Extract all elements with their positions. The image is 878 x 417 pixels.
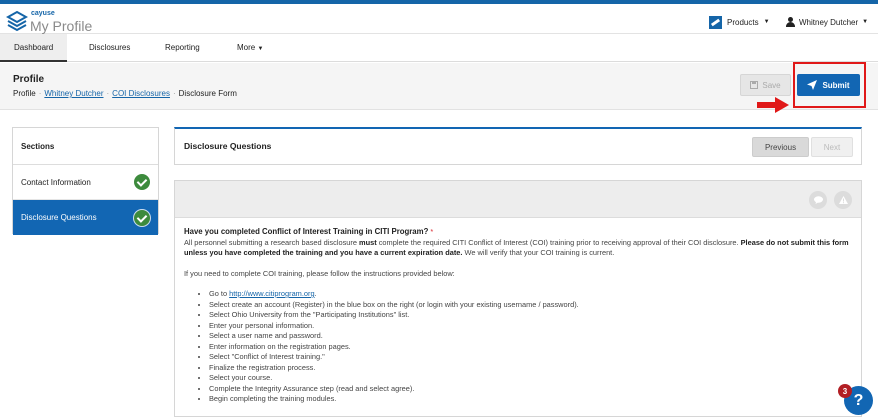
list-item: Select create an account (Register) in t… xyxy=(209,300,852,311)
comment-button[interactable] xyxy=(809,191,827,209)
checkmark-icon xyxy=(134,209,150,226)
list-item: Complete the Integrity Assurance step (r… xyxy=(209,384,852,395)
warning-button[interactable] xyxy=(834,191,852,209)
list-item: Select "Conflict of Interest training." xyxy=(209,352,852,363)
question-body: Have you completed Conflict of Interest … xyxy=(175,218,861,414)
breadcrumb-separator: · xyxy=(172,89,176,98)
save-button[interactable]: Save xyxy=(740,74,791,96)
question-title: Have you completed Conflict of Interest … xyxy=(184,227,434,236)
section-contact-information[interactable]: Contact Information xyxy=(13,165,158,200)
list-item: Select your course. xyxy=(209,373,852,384)
products-label: Products xyxy=(727,17,759,27)
previous-button[interactable]: Previous xyxy=(752,137,809,157)
disclosure-questions-card: Disclosure Questions Previous Next xyxy=(174,127,862,165)
question-panel: Have you completed Conflict of Interest … xyxy=(174,180,862,417)
red-arrow-annotation xyxy=(757,97,789,113)
checkmark-icon xyxy=(134,174,150,190)
breadcrumb-separator: · xyxy=(38,89,42,98)
chevron-down-icon: ▼ xyxy=(257,46,264,52)
list-item: Select Ohio University from the "Partici… xyxy=(209,310,852,321)
list-item: Begin completing the training modules. xyxy=(209,394,852,405)
sections-heading: Sections xyxy=(13,128,158,165)
chevron-down-icon: ▼ xyxy=(763,19,770,25)
nav-dashboard[interactable]: Dashboard xyxy=(0,34,68,62)
user-menu[interactable]: Whitney Dutcher ▼ xyxy=(786,14,868,30)
list-item: Enter information on the registration pa… xyxy=(209,342,852,353)
section-disclosure-questions[interactable]: Disclosure Questions xyxy=(13,200,158,235)
user-icon xyxy=(786,17,795,27)
list-item: Go to http://www.citiprogram.org. xyxy=(209,289,852,300)
submit-highlight-box xyxy=(793,62,866,108)
list-item: Finalize the registration process. xyxy=(209,363,852,374)
products-icon xyxy=(709,15,722,29)
instructions-intro: If you need to complete COI training, pl… xyxy=(184,268,455,278)
question-intro: All personnel submitting a research base… xyxy=(184,237,849,258)
question-toolbar xyxy=(175,181,861,218)
nav-reporting[interactable]: Reporting xyxy=(151,34,214,62)
user-name: Whitney Dutcher xyxy=(799,17,859,27)
products-menu[interactable]: Products ▼ xyxy=(709,14,770,30)
next-button[interactable]: Next xyxy=(811,137,853,157)
disclosure-questions-title: Disclosure Questions xyxy=(184,141,272,151)
breadcrumb-separator: · xyxy=(106,89,110,98)
chevron-down-icon: ▼ xyxy=(862,19,869,25)
sections-panel: Sections Contact Information Disclosure … xyxy=(12,127,159,235)
comment-icon xyxy=(813,196,823,204)
main-nav: Dashboard Disclosures Reporting More ▼ xyxy=(0,34,878,62)
breadcrumb-profile: Profile xyxy=(13,89,36,98)
breadcrumb-user-link[interactable]: Whitney Dutcher xyxy=(44,89,103,98)
question-mark-icon: ? xyxy=(853,391,864,409)
nav-more[interactable]: More ▼ xyxy=(223,34,277,62)
nav-disclosures[interactable]: Disclosures xyxy=(75,34,144,62)
citi-program-link[interactable]: http://www.citiprogram.org xyxy=(229,289,314,298)
brand-name: cayuse xyxy=(31,10,55,17)
floppy-disk-icon xyxy=(750,81,759,89)
page-title: Profile xyxy=(13,74,45,85)
required-marker: * xyxy=(430,227,434,236)
breadcrumb-coi-link[interactable]: COI Disclosures xyxy=(112,89,170,98)
instructions-list: Go to http://www.citiprogram.org. Select… xyxy=(184,289,852,405)
top-bar: cayuse My Profile Products ▼ Whitney Dut… xyxy=(0,0,878,34)
notification-count-badge: 3 xyxy=(838,384,852,398)
list-item: Enter your personal information. xyxy=(209,321,852,332)
list-item: Select a user name and password. xyxy=(209,331,852,342)
breadcrumb: Profile · Whitney Dutcher · COI Disclosu… xyxy=(13,89,237,98)
app-title[interactable]: My Profile xyxy=(30,18,92,34)
breadcrumb-current: Disclosure Form xyxy=(178,89,237,98)
cayuse-logo-icon xyxy=(6,10,28,32)
warning-icon xyxy=(838,196,848,204)
